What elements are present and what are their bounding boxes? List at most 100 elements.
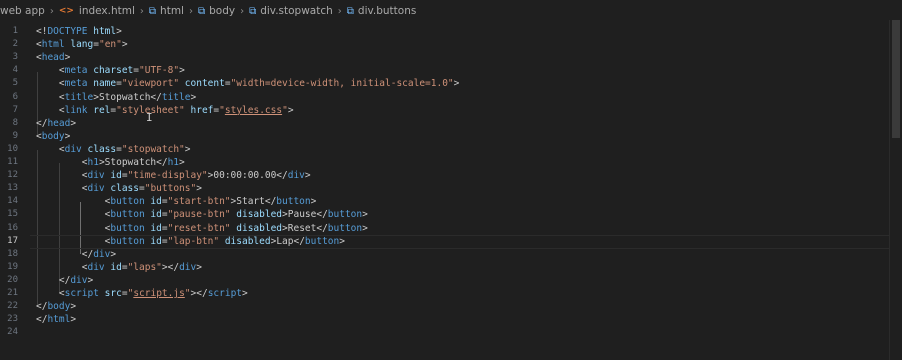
code-line[interactable]: 20 </div> <box>0 274 890 287</box>
code-text: </div> <box>36 248 116 261</box>
code-line[interactable]: 1 <!DOCTYPE html> <box>0 25 890 38</box>
code-line[interactable]: 13 <div class="buttons"> <box>0 182 890 195</box>
code-token: src <box>104 288 122 299</box>
code-token: >Start</ <box>230 196 277 208</box>
breadcrumb-item[interactable]: › <> index.html <box>45 5 135 17</box>
element-icon: ⧉ <box>197 5 206 17</box>
code-text: <meta charset="UTF-8"> <box>36 64 185 77</box>
code-line[interactable]: 23 </html> <box>0 313 890 326</box>
code-text: </html> <box>36 313 76 326</box>
code-token: < <box>36 91 65 103</box>
line-number: 11 <box>7 157 18 167</box>
line-number: 15 <box>7 209 18 220</box>
element-icon: ⧉ <box>346 5 354 17</box>
line-number: 5 <box>12 78 18 89</box>
code-line[interactable]: 5 <meta name="viewport" content="width=d… <box>0 77 890 90</box>
code-text: <head> <box>36 51 70 64</box>
code-text: <link rel="stylesheet" href="styles.css"… <box>36 104 294 117</box>
line-number: 16 <box>7 222 18 233</box>
code-text: <div id="laps"></div> <box>36 261 202 274</box>
code-line[interactable]: 2 <html lang="en"> <box>0 38 890 51</box>
code-token: > <box>362 222 368 234</box>
code-text: <!DOCTYPE html> <box>36 25 122 38</box>
code-line[interactable]: 16 <button id="reset-btn" disabled>Reset… <box>0 222 890 235</box>
code-token: "width=device-width, initial-scale=1.0" <box>230 78 454 90</box>
code-token: div <box>93 248 111 260</box>
breadcrumb-item[interactable]: › ⧉ html <box>135 5 184 17</box>
code-line[interactable]: 8 </head> <box>0 117 890 130</box>
line-number: 12 <box>7 170 18 181</box>
code-line[interactable]: 14 <button id="start-btn">Start</button> <box>0 195 890 208</box>
code-line[interactable]: 9 <body> <box>0 130 890 143</box>
code-token: > <box>184 143 191 155</box>
code-token: button <box>110 222 145 234</box>
code-line[interactable]: 18 </div> <box>0 248 890 261</box>
code-line[interactable]: 3 <head> <box>0 51 890 64</box>
code-token: ></ <box>190 288 208 299</box>
code-token: > <box>110 248 117 260</box>
chevron-right-icon: › <box>49 5 54 17</box>
code-line[interactable]: 22 </body> <box>0 300 890 313</box>
code-token: title <box>161 91 191 103</box>
code-token: rel <box>93 104 111 116</box>
code-token: id <box>150 196 162 208</box>
line-number: 3 <box>12 52 18 63</box>
breadcrumb-item[interactable]: › ⧉ body <box>184 5 235 17</box>
breadcrumb-item[interactable]: web app <box>0 5 45 17</box>
code-line[interactable]: 11 <h1>Stopwatch</h1> <box>0 156 890 169</box>
code-line[interactable]: 17 <button id="lap-btn" disabled>Lap</bu… <box>0 235 890 248</box>
code-text: </body> <box>36 300 76 313</box>
code-token: styles.css <box>224 104 283 116</box>
code-text: <script src="script.js"></script> <box>36 287 248 300</box>
code-line[interactable]: 7 <link rel="stylesheet" href="styles.cs… <box>0 104 890 117</box>
code-token: disabled <box>236 222 283 234</box>
code-token: head <box>47 117 71 129</box>
chevron-right-icon: › <box>240 5 245 17</box>
code-token: "reset-btn" <box>167 222 231 234</box>
code-line[interactable]: 6 <title>Stopwatch</title> <box>0 91 890 104</box>
code-editor[interactable]: 1 <!DOCTYPE html> 2 <html lang="en"> 3 <head>… <box>0 20 890 360</box>
code-token: title <box>64 91 94 103</box>
code-token: name <box>93 78 117 90</box>
code-token: > <box>242 288 248 299</box>
code-token: button <box>110 209 145 221</box>
code-text: <h1>Stopwatch</h1> <box>36 156 185 169</box>
code-token: "UTF-8" <box>139 65 180 77</box>
code-token: body <box>47 301 71 313</box>
code-line[interactable]: 4 <meta charset="UTF-8"> <box>0 64 890 77</box>
code-token: ></ <box>161 261 180 273</box>
breadcrumb-item[interactable]: › ⧉ div.buttons <box>333 5 417 17</box>
code-token: script.js <box>133 288 185 299</box>
line-number: 10 <box>7 143 18 154</box>
code-token: button <box>327 209 363 221</box>
line-number: 6 <box>12 91 18 102</box>
line-number: 14 <box>7 196 18 207</box>
chevron-right-icon: › <box>337 5 342 17</box>
code-token: link <box>64 104 88 116</box>
chevron-right-icon: › <box>139 5 144 17</box>
code-token: < <box>36 222 111 234</box>
code-token: >Stopwatch</ <box>98 157 168 168</box>
code-line[interactable]: 24 <box>0 326 890 339</box>
breadcrumb-label: web app <box>0 5 45 17</box>
code-line[interactable]: 10 <div class="stopwatch"> <box>0 143 890 156</box>
scrollbar-thumb[interactable] <box>892 20 900 138</box>
code-line[interactable]: 15 <button id="pause-btn" disabled>Pause… <box>0 208 890 221</box>
code-line[interactable]: 21 <script src="script.js"></script> <box>0 287 890 300</box>
code-token: disabled <box>224 235 271 247</box>
vertical-scrollbar[interactable] <box>889 20 902 360</box>
line-number: 13 <box>7 183 18 194</box>
code-token: > <box>179 157 185 168</box>
breadcrumb-item[interactable]: › ⧉ div.stopwatch <box>235 5 333 17</box>
code-text: <body> <box>36 130 70 143</box>
code-token: < <box>36 235 111 247</box>
code-line[interactable]: 19 <div id="laps"></div> <box>0 261 890 274</box>
code-text: <div class="buttons"> <box>36 182 202 195</box>
code-token: lang <box>70 39 94 51</box>
code-token: < <box>36 157 88 168</box>
code-token: < <box>36 183 88 195</box>
code-line[interactable]: 12 <div id="time-display">00:00:00.00</d… <box>0 169 890 182</box>
breadcrumb-label: index.html <box>78 5 135 17</box>
line-number: 19 <box>7 261 18 272</box>
code-token: > <box>70 301 77 313</box>
